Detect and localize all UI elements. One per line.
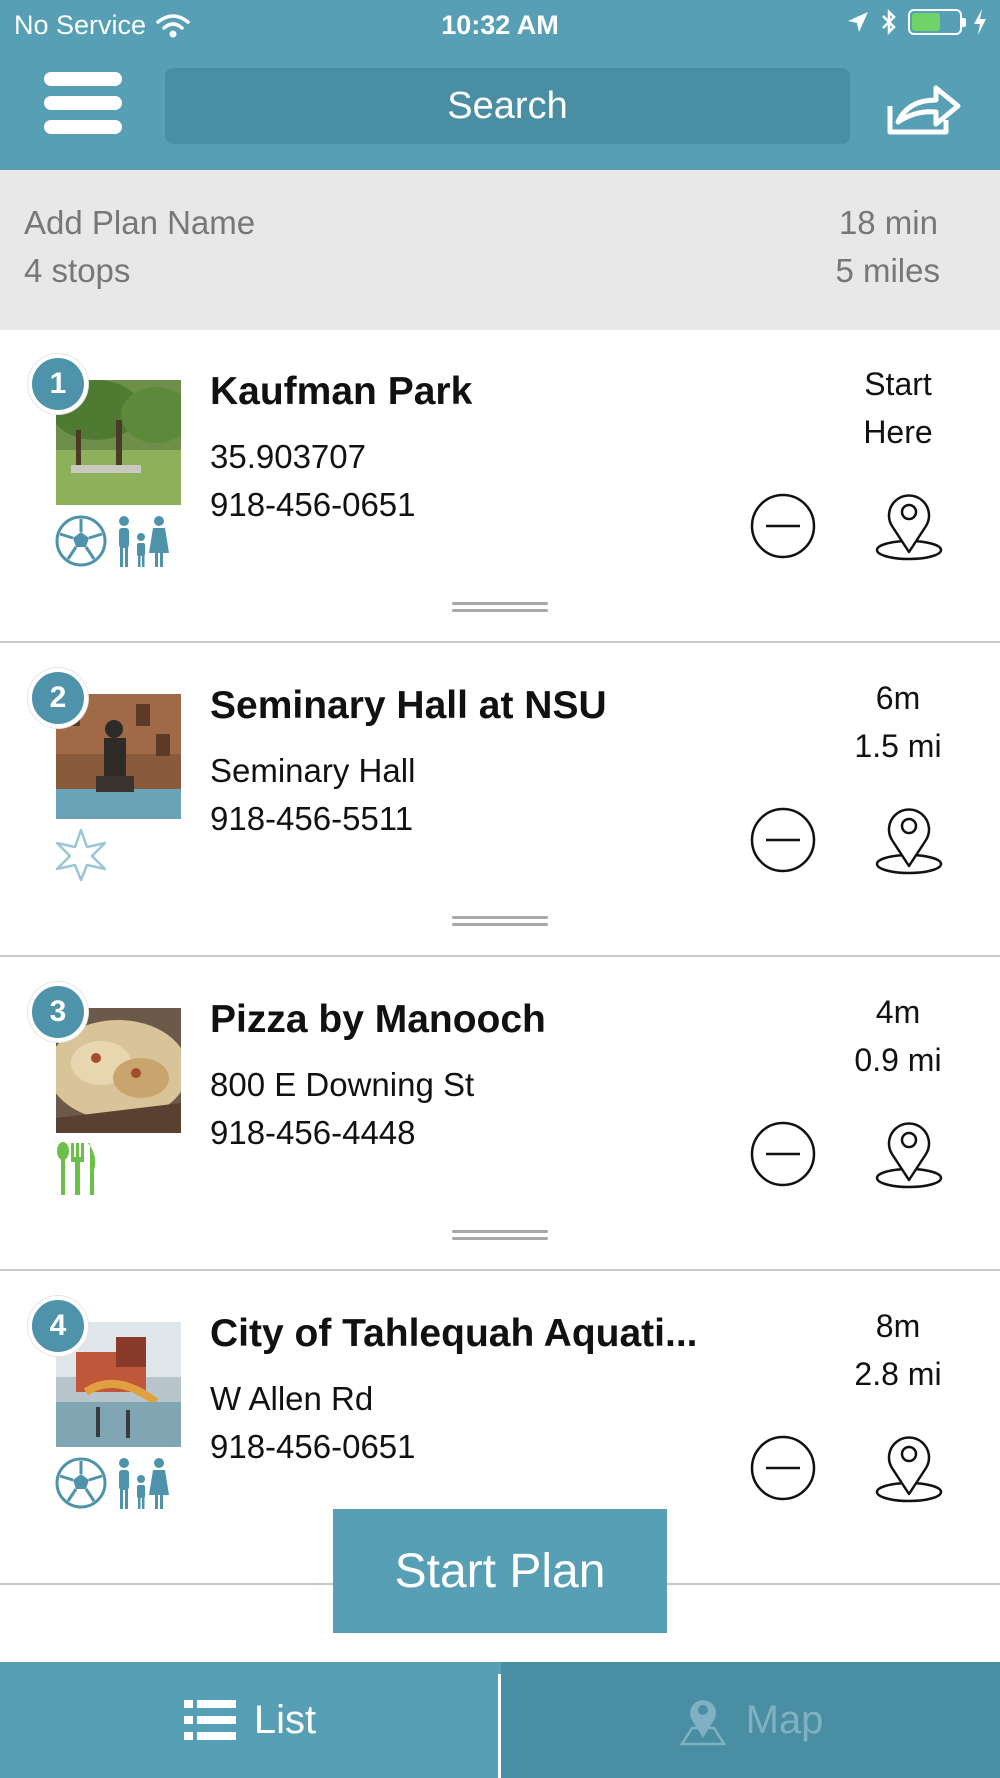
stop-distance: 6m 1.5 mi (830, 674, 966, 770)
tab-list-label: List (253, 1697, 317, 1742)
soccer-ball-icon (55, 1457, 107, 1509)
search-input[interactable]: Search (165, 68, 850, 144)
share-arrow-icon[interactable] (886, 80, 962, 138)
family-icon (119, 516, 169, 567)
category-icons (54, 827, 108, 883)
soccer-ball-icon (55, 515, 107, 567)
list-icon (183, 1700, 236, 1740)
tab-list[interactable]: List (0, 1662, 500, 1778)
directions-button[interactable] (872, 800, 946, 876)
plan-name-field[interactable]: Add Plan Name (24, 204, 255, 242)
map-pin-icon (875, 808, 943, 875)
stop-address: Seminary Hall (210, 752, 416, 789)
plan-distance: 5 miles (835, 252, 940, 289)
bluetooth-icon (882, 8, 896, 36)
family-icon (119, 1458, 169, 1509)
top-header: No Service 10:32 AM Search (0, 0, 1000, 170)
stop-phone[interactable]: 918-456-0651 (210, 1428, 416, 1466)
charging-bolt-icon (974, 9, 986, 35)
battery-icon (908, 9, 966, 35)
stop-address: W Allen Rd (210, 1380, 374, 1417)
directions-button[interactable] (872, 1114, 946, 1190)
stop-distance-time: 8m (875, 1308, 921, 1344)
tab-map-label: Map (745, 1697, 824, 1742)
stop-name[interactable]: Pizza by Manooch (210, 998, 546, 1042)
stop-address: 800 E Downing St (210, 1066, 475, 1103)
stop-number-badge: 3 (28, 982, 88, 1042)
stop-number-badge: 1 (28, 354, 88, 414)
map-pin-icon (875, 1122, 943, 1189)
drag-handle[interactable] (452, 602, 548, 614)
remove-stop-button[interactable] (747, 1118, 819, 1190)
plan-summary: Add Plan Name 4 stops 18 min 5 miles (0, 170, 1000, 330)
stop-item[interactable]: 2 Seminary Hall at NSU Seminary Hall 918… (0, 644, 1000, 957)
start-plan-button[interactable]: Start Plan (333, 1509, 667, 1633)
stop-distance-miles: 0.9 mi (854, 1042, 942, 1078)
remove-stop-button[interactable] (747, 1432, 819, 1504)
location-arrow-icon (848, 12, 868, 32)
stop-distance-time: 6m (875, 680, 921, 716)
stop-distance-miles: Here (863, 414, 933, 450)
minus-circle-icon (750, 1121, 816, 1187)
stop-item[interactable]: 3 Pizza by Manooch 800 E Downing St 918-… (0, 958, 1000, 1271)
stop-number-badge: 4 (28, 1296, 88, 1356)
stop-name[interactable]: Seminary Hall at NSU (210, 684, 607, 728)
stop-number-badge: 2 (28, 668, 88, 728)
stop-distance: 8m 2.8 mi (830, 1302, 966, 1398)
stop-distance: 4m 0.9 mi (830, 988, 966, 1084)
stop-distance-time: Start (864, 366, 932, 402)
plan-duration: 18 min (838, 204, 938, 241)
minus-circle-icon (750, 807, 816, 873)
stop-distance-miles: 1.5 mi (854, 728, 942, 764)
stops-count: 4 stops (24, 252, 131, 289)
category-icons (54, 513, 170, 569)
fork-knife-icon (57, 1142, 96, 1195)
stop-name[interactable]: City of Tahlequah Aquati... (210, 1312, 698, 1356)
remove-stop-button[interactable] (747, 804, 819, 876)
map-pin-icon (875, 494, 943, 561)
minus-circle-icon (750, 493, 816, 559)
drag-handle[interactable] (452, 1230, 548, 1242)
hamburger-menu-icon[interactable] (44, 72, 122, 144)
directions-button[interactable] (872, 1428, 946, 1504)
stop-phone[interactable]: 918-456-4448 (210, 1114, 416, 1152)
category-icons (54, 1141, 98, 1197)
star-landmark-icon (55, 828, 107, 882)
category-icons (54, 1455, 170, 1511)
stop-distance-miles: 2.8 mi (854, 1356, 942, 1392)
stop-phone[interactable]: 918-456-0651 (210, 486, 416, 524)
bottom-tab-bar: List Map (0, 1662, 1000, 1778)
stop-phone[interactable]: 918-456-5511 (210, 800, 413, 838)
status-bar: No Service 10:32 AM (0, 0, 1000, 50)
tab-map[interactable]: Map (501, 1662, 1000, 1778)
stop-item[interactable]: 1 Kaufman Park 35.903707 918-456-0651 St… (0, 330, 1000, 643)
stop-name[interactable]: Kaufman Park (210, 370, 472, 414)
remove-stop-button[interactable] (747, 490, 819, 562)
map-marker-icon (679, 1700, 726, 1746)
drag-handle[interactable] (452, 916, 548, 928)
stop-distance: Start Here (830, 360, 966, 456)
map-pin-icon (875, 1436, 943, 1503)
stop-address: 35.903707 (210, 438, 366, 475)
directions-button[interactable] (872, 486, 946, 562)
minus-circle-icon (750, 1435, 816, 1501)
stop-distance-time: 4m (875, 994, 921, 1030)
